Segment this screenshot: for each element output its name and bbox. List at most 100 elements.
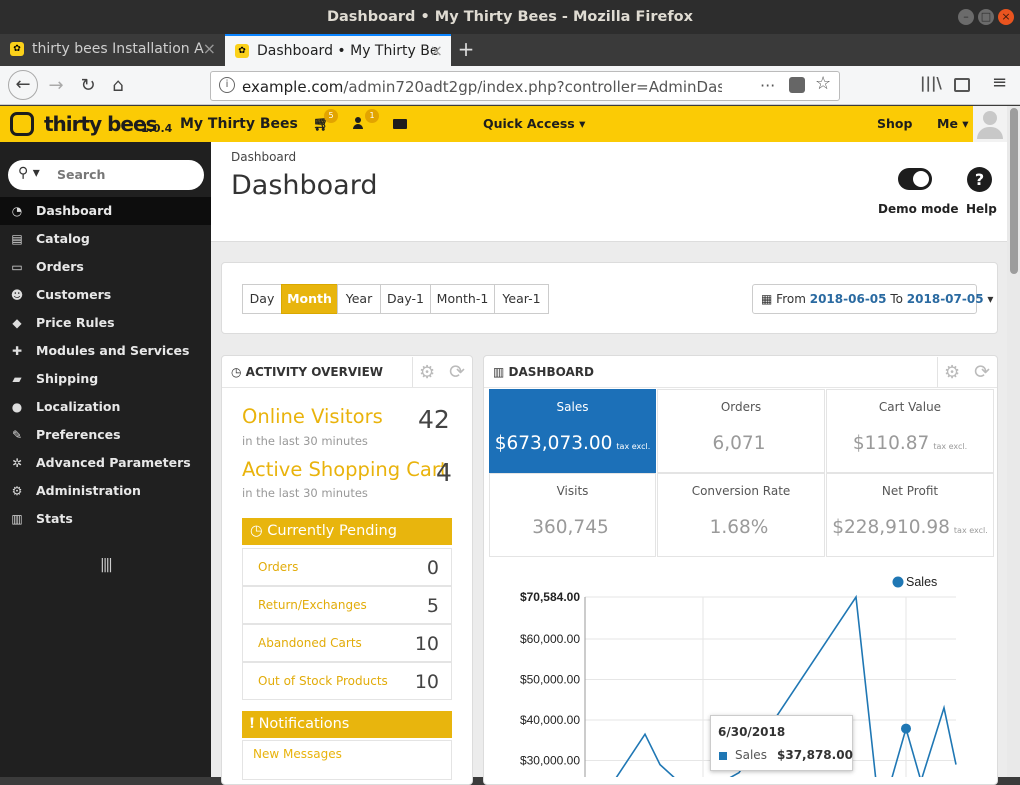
library-icon[interactable]: |||\: [920, 74, 942, 92]
y-tick-label: $50,000.00: [520, 673, 580, 687]
pending-row[interactable]: Abandoned Carts 10: [242, 624, 452, 662]
menu-icon[interactable]: ≡: [992, 72, 1007, 93]
active-carts-value: 4: [436, 458, 452, 487]
user-icon[interactable]: [353, 117, 363, 130]
close-window-button[interactable]: ×: [998, 9, 1014, 25]
cogs-icon: ✲: [11, 456, 23, 470]
demo-mode-toggle[interactable]: [898, 168, 932, 190]
tag-icon: ◆: [12, 316, 22, 330]
help-label[interactable]: Help: [966, 202, 997, 216]
breadcrumb[interactable]: Dashboard: [231, 150, 296, 164]
kpi-suffix: tax excl.: [953, 526, 988, 535]
legend-label[interactable]: Sales: [906, 575, 937, 589]
thirtybees-favicon-icon: ✿: [235, 44, 249, 58]
active-carts-sub: in the last 30 minutes: [242, 486, 368, 500]
kpi-label: Cart Value: [878, 400, 942, 414]
scrollbar-thumb[interactable]: [1010, 108, 1018, 274]
page-actions-icon[interactable]: ···: [760, 76, 775, 95]
reload-button[interactable]: ↻: [74, 72, 102, 100]
sidebar-item-localization[interactable]: ● Localization: [0, 393, 211, 421]
forward-button[interactable]: →: [42, 72, 70, 100]
wrench-icon: ✎: [11, 428, 23, 442]
period-year-1[interactable]: Year-1: [494, 284, 549, 314]
period-year[interactable]: Year: [337, 284, 381, 314]
info-icon[interactable]: i: [219, 77, 235, 93]
pending-row[interactable]: Orders 0: [242, 548, 452, 586]
thirtybees-logo-icon: [10, 112, 34, 136]
sidebar-item-stats[interactable]: ▥ Stats: [0, 505, 211, 533]
tab-label: thirty bees Installation A: [32, 41, 204, 57]
kpi-sales[interactable]: Sales $673,073.00 tax excl.: [489, 389, 656, 473]
demo-mode-label[interactable]: Demo mode: [878, 202, 959, 216]
tab-dashboard[interactable]: ✿ Dashboard • My Thirty Be ×: [225, 34, 451, 66]
sidebar-item-price-rules[interactable]: ◆ Price Rules: [0, 309, 211, 337]
url-text[interactable]: example.com/admin720adt2gp/index.php?con…: [242, 78, 722, 96]
date-range-picker[interactable]: ▦ From 2018-06-05 To 2018-07-05 ▾: [752, 284, 993, 314]
cart-badge: 5: [324, 109, 338, 123]
pending-label[interactable]: Out of Stock Products: [258, 674, 388, 688]
globe-icon: ●: [11, 400, 23, 414]
sidebar-item-administration[interactable]: ⚙ Administration: [0, 477, 211, 505]
close-tab-icon[interactable]: ×: [430, 36, 443, 66]
kpi-value: 6,071: [712, 433, 766, 454]
kpi-cart-value[interactable]: Cart Value $110.87 tax excl.: [826, 389, 994, 473]
sidebar-item-shipping[interactable]: ▰ Shipping: [0, 365, 211, 393]
tooltip-series: Sales: [735, 748, 767, 762]
sidebar-item-advanced-parameters[interactable]: ✲ Advanced Parameters: [0, 449, 211, 477]
y-tick-label: $40,000.00: [520, 713, 580, 727]
quick-access-menu[interactable]: Quick Access ▾: [483, 106, 585, 142]
refresh-icon[interactable]: ⟳: [974, 361, 990, 383]
kpi-value: 360,745: [532, 517, 609, 538]
search-input[interactable]: Search: [57, 167, 105, 182]
pending-label[interactable]: Abandoned Carts: [258, 636, 362, 650]
home-button[interactable]: ⌂: [104, 72, 132, 100]
avatar[interactable]: [973, 106, 1007, 142]
pending-row[interactable]: Return/Exchanges 5: [242, 586, 452, 624]
minimize-button[interactable]: –: [958, 9, 974, 25]
bar-chart-icon: ▥: [493, 365, 505, 379]
maximize-button[interactable]: □: [978, 9, 994, 25]
search-box[interactable]: ⚲ ▾ Search: [8, 160, 204, 190]
bookmark-star-icon[interactable]: ☆: [815, 73, 831, 94]
shop-link[interactable]: Shop: [877, 106, 912, 142]
period-month[interactable]: Month: [281, 284, 338, 314]
envelope-icon[interactable]: [393, 119, 407, 129]
pending-row[interactable]: Out of Stock Products 10: [242, 662, 452, 700]
new-tab-button[interactable]: +: [456, 36, 476, 62]
thirtybees-favicon-icon: ✿: [10, 42, 24, 56]
refresh-icon[interactable]: ⟳: [449, 361, 465, 383]
shop-name-link[interactable]: My Thirty Bees: [180, 106, 298, 142]
kpi-visits[interactable]: Visits 360,745: [489, 473, 656, 557]
new-messages-tab[interactable]: New Messages: [253, 747, 342, 761]
sidebar-item-preferences[interactable]: ✎ Preferences: [0, 421, 211, 449]
sidebar-item-modules-and-services[interactable]: ✚ Modules and Services: [0, 337, 211, 365]
kpi-value: $228,910.98: [832, 517, 950, 538]
highlighted-point[interactable]: [901, 723, 911, 734]
sidebar-toggle-icon[interactable]: [954, 78, 970, 92]
kpi-orders[interactable]: Orders 6,071: [657, 389, 825, 473]
sidebar-item-catalog[interactable]: ▤ Catalog: [0, 225, 211, 253]
sidebar-item-dashboard[interactable]: ◔ Dashboard: [0, 197, 211, 225]
configure-gear-icon[interactable]: ⚙: [944, 362, 960, 383]
sidebar-item-label: Shipping: [36, 371, 99, 386]
sidebar-item-orders[interactable]: ▭ Orders: [0, 253, 211, 281]
kpi-conversion-rate[interactable]: Conversion Rate 1.68%: [657, 473, 825, 557]
close-tab-icon[interactable]: ×: [203, 34, 216, 64]
me-menu[interactable]: Me ▾: [937, 106, 969, 142]
logo-text[interactable]: thirty bees: [44, 106, 157, 142]
pending-label[interactable]: Return/Exchanges: [258, 598, 367, 612]
back-button[interactable]: ←: [8, 70, 38, 100]
sidebar-item-customers[interactable]: ☻ Customers: [0, 281, 211, 309]
help-icon[interactable]: ?: [967, 167, 992, 192]
tab-installation[interactable]: ✿ thirty bees Installation A ×: [0, 34, 224, 66]
period-month-1[interactable]: Month-1: [430, 284, 495, 314]
kpi-net-profit[interactable]: Net Profit $228,910.98 tax excl.: [826, 473, 994, 557]
pending-label[interactable]: Orders: [258, 560, 298, 574]
period-day[interactable]: Day: [242, 284, 282, 314]
search-icon[interactable]: ⚲ ▾: [18, 165, 40, 181]
period-day-1[interactable]: Day-1: [380, 284, 431, 314]
configure-gear-icon[interactable]: ⚙: [419, 362, 435, 383]
collapse-sidebar-icon[interactable]: ||||: [100, 557, 113, 573]
sidebar-item-label: Orders: [36, 259, 84, 274]
pocket-icon[interactable]: [789, 77, 805, 93]
